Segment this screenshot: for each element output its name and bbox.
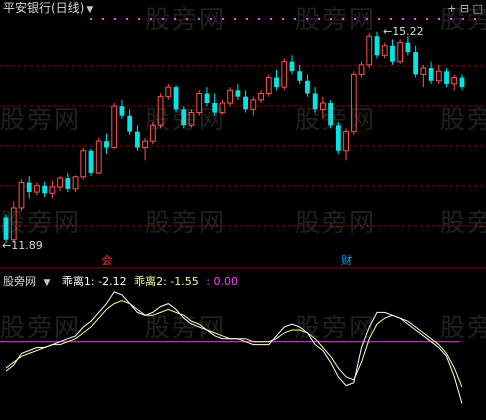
candle-body[interactable] — [265, 77, 272, 94]
candle-body[interactable] — [235, 90, 241, 97]
top-dot — [258, 18, 260, 20]
watermark: 股旁网 — [145, 313, 227, 342]
candle-body[interactable] — [88, 150, 94, 173]
top-dot — [90, 18, 92, 20]
candle-body[interactable] — [258, 92, 264, 101]
candle-body[interactable] — [297, 71, 303, 81]
candle-body[interactable] — [134, 131, 140, 148]
candle-body[interactable] — [80, 150, 87, 178]
candle-body[interactable] — [165, 86, 172, 98]
candle-body[interactable] — [305, 80, 310, 94]
candle-body[interactable] — [420, 67, 427, 75]
chart-title[interactable]: 平安银行(日线) ▼ — [3, 2, 93, 16]
candle-body[interactable] — [413, 52, 419, 75]
top-dot — [234, 18, 236, 20]
watermark: 股旁网 — [0, 313, 82, 342]
candle-body[interactable] — [444, 71, 449, 84]
indicator-name[interactable]: 股旁网 ▼ — [3, 275, 54, 288]
top-dot — [126, 18, 128, 20]
top-dot — [102, 18, 104, 20]
candle-body[interactable] — [274, 77, 279, 88]
watermark: 股旁网 — [0, 208, 82, 237]
low-price-label: ←11.89 — [2, 238, 43, 252]
candle-body[interactable] — [26, 182, 32, 193]
watermark: 股旁网 — [440, 105, 486, 134]
candle-body[interactable] — [405, 42, 411, 53]
candle-body[interactable] — [57, 177, 63, 188]
top-dot — [138, 18, 140, 20]
watermark: 股旁网 — [295, 313, 377, 342]
low-price-value: 11.89 — [11, 238, 43, 252]
candle-body[interactable] — [243, 96, 248, 110]
window-controls[interactable]: + ⊟ □ — [447, 2, 483, 15]
watermark: 股旁网 — [145, 208, 227, 237]
top-dot — [114, 18, 116, 20]
high-price-label: ←15.22 — [382, 24, 424, 38]
watermark: 股旁网 — [145, 5, 227, 34]
top-dot — [426, 18, 428, 20]
watermark: 股旁网 — [145, 105, 227, 134]
zero-line-value: : 0.00 — [206, 275, 238, 288]
high-price-value: 15.22 — [392, 24, 424, 38]
watermark: 股旁网 — [295, 105, 377, 134]
candle-body[interactable] — [42, 185, 48, 194]
candle-body[interactable] — [49, 186, 56, 194]
candle-body[interactable] — [227, 89, 234, 104]
top-dot — [414, 18, 416, 20]
high-arrow-icon: ← — [382, 24, 393, 38]
indicator-dropdown-icon[interactable]: ▼ — [44, 278, 51, 288]
candle-body[interactable] — [451, 77, 458, 85]
candle-body[interactable] — [397, 42, 404, 63]
deviation-1-value: 乖离1: -2.12 — [61, 275, 127, 288]
candle-body[interactable] — [95, 140, 102, 174]
top-dot — [246, 18, 248, 20]
event-mark-cai[interactable]: 财 — [341, 255, 352, 267]
watermark: 股旁网 — [295, 208, 377, 237]
top-dot — [282, 18, 284, 20]
candle-body[interactable] — [65, 178, 71, 189]
low-arrow-icon: ← — [2, 238, 12, 252]
candle-body[interactable] — [366, 35, 373, 66]
top-dot — [378, 18, 380, 20]
candle-body[interactable] — [127, 115, 133, 132]
candle-body[interactable] — [281, 61, 288, 88]
deviation-2-value: 乖离2: -1.55 — [134, 275, 199, 288]
candle-body[interactable] — [250, 99, 257, 110]
candle-body[interactable] — [374, 36, 380, 56]
candle-body[interactable] — [119, 106, 125, 116]
event-mark-hui[interactable]: 会 — [101, 255, 112, 267]
watermark: 股旁网 — [440, 313, 486, 342]
top-dot — [390, 18, 392, 20]
watermark: 股旁网 — [440, 208, 486, 237]
title-dropdown-icon[interactable]: ▼ — [86, 5, 93, 15]
watermark: 股旁网 — [295, 5, 377, 34]
candle-body[interactable] — [289, 61, 295, 72]
top-dot — [270, 18, 272, 20]
candle-body[interactable] — [381, 45, 388, 56]
top-dot — [402, 18, 404, 20]
candle-body[interactable] — [459, 77, 465, 88]
stock-title: 平安银行(日线) — [3, 1, 85, 15]
candle-body[interactable] — [435, 70, 442, 82]
candle-body[interactable] — [34, 185, 40, 193]
candle-body[interactable] — [72, 176, 79, 190]
candle-body[interactable] — [390, 45, 395, 62]
candle-body[interactable] — [104, 141, 109, 148]
candle-body[interactable] — [428, 68, 434, 81]
candle-body[interactable] — [142, 140, 149, 149]
indicator-legend: 股旁网 ▼ 乖离1: -2.12 乖离2: -1.55 : 0.00 — [3, 273, 242, 289]
watermark: 股旁网 — [0, 105, 82, 134]
candle-body[interactable] — [358, 64, 365, 75]
candle-body[interactable] — [111, 105, 118, 149]
